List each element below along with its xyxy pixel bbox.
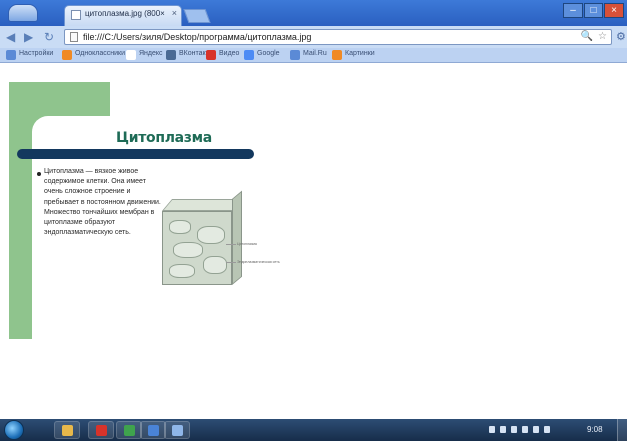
bullet-icon (37, 172, 41, 176)
tab-close-button[interactable]: × (172, 8, 177, 18)
back-icon[interactable]: ◀ (6, 30, 15, 44)
maximize-button[interactable]: □ (584, 3, 603, 18)
tray-power-icon[interactable] (533, 426, 539, 433)
bookmark-icon (206, 50, 216, 60)
tray-flag-icon[interactable] (522, 426, 528, 433)
bookmark-icon (244, 50, 254, 60)
browser-toolbar: ◀ ▶ ↻ file:///C:/Users/зиля/Desktop/прог… (0, 26, 627, 48)
cube-top-face (162, 199, 243, 211)
image-file-icon (71, 10, 81, 20)
bookmark-label: Видео (219, 50, 240, 57)
bookmark-label: Картинки (345, 50, 375, 57)
membrane-blob (197, 226, 225, 244)
star-icon[interactable]: ☆ (598, 31, 607, 42)
bookmark-label: Одноклассники (75, 50, 126, 57)
tab-title: цитоплазма.jpg (800×600) (85, 9, 165, 18)
media-icon (96, 425, 107, 436)
figure-label-cytoplasm: Цитоплазма (237, 242, 257, 246)
forward-icon[interactable]: ▶ (24, 30, 33, 44)
explorer-icon (62, 425, 73, 436)
url-text[interactable]: file:///C:/Users/зиля/Desktop/программа/… (83, 32, 311, 42)
slide-body-text: Цитоплазма — вязкое живое содержимое кле… (44, 168, 161, 237)
start-button-icon[interactable] (4, 420, 24, 440)
cytoplasm-figure: Цитоплазма Эндоплазматическая сеть (160, 190, 288, 294)
powerpoint-icon (148, 425, 159, 436)
slide-title: Цитоплазма (116, 130, 212, 146)
bookmark-icon (6, 50, 16, 60)
membrane-blob (173, 242, 203, 258)
tray-language-icon[interactable] (544, 426, 550, 433)
tab-current[interactable]: цитоплазма.jpg (800×600) × (64, 5, 182, 26)
zoom-icon[interactable]: 🔍 (581, 31, 593, 42)
bookmark-label: Google (257, 50, 280, 57)
slide-title-bar (17, 149, 254, 159)
taskbar-app-explorer[interactable] (54, 421, 80, 439)
cube-front-face (162, 211, 232, 285)
bookmark-icon (126, 50, 136, 60)
browser-titlebar: цитоплазма.jpg (800×600) × – □ × (0, 0, 627, 26)
cube-side-face (232, 190, 242, 285)
reload-icon[interactable]: ↻ (44, 30, 54, 44)
membrane-blob (169, 264, 195, 278)
tray-volume-icon[interactable] (511, 426, 517, 433)
browser-menu-icon[interactable] (8, 4, 38, 22)
windows-taskbar: 9:08 (0, 419, 627, 441)
bookmark-icon (290, 50, 300, 60)
viewer-icon (172, 425, 183, 436)
desktop-screen: цитоплазма.jpg (800×600) × – □ × ◀ ▶ ↻ f… (0, 0, 627, 441)
taskbar-app-chrome[interactable] (116, 421, 142, 439)
tray-arrow-icon[interactable] (489, 426, 495, 433)
membrane-blob (169, 220, 191, 234)
bookmark-label: Настройки (19, 50, 54, 57)
membrane-blob (203, 256, 227, 274)
figure-label-er: Эндоплазматическая сеть (237, 260, 280, 264)
label-leader-line (226, 244, 236, 245)
bookmark-label: Mail.Ru (303, 50, 327, 57)
bookmark-icon (332, 50, 342, 60)
taskbar-app-media[interactable] (88, 421, 114, 439)
show-desktop-button[interactable] (617, 419, 627, 441)
bookmark-icon (166, 50, 176, 60)
taskbar-app-viewer[interactable] (164, 421, 190, 439)
bookmark-icon (62, 50, 72, 60)
new-tab-button[interactable] (183, 9, 211, 23)
image-viewport: Цитоплазма Цитоплазма — вязкое живое сод… (0, 64, 627, 419)
chrome-icon (124, 425, 135, 436)
bookmark-label: Яндекс (139, 50, 163, 57)
tray-network-icon[interactable] (500, 426, 506, 433)
taskbar-app-powerpoint[interactable] (140, 421, 166, 439)
wrench-icon[interactable]: ⚙ (616, 30, 626, 43)
minimize-button[interactable]: – (563, 3, 583, 18)
taskbar-clock[interactable]: 9:08 (587, 425, 603, 434)
label-leader-line (226, 262, 236, 263)
page-icon (70, 32, 78, 42)
bookmarks-bar: Настройки Одноклассники Яндекс ВКонтакте Вид… (0, 48, 627, 63)
close-window-button[interactable]: × (604, 3, 624, 18)
address-bar[interactable]: file:///C:/Users/зиля/Desktop/программа/… (64, 29, 612, 45)
